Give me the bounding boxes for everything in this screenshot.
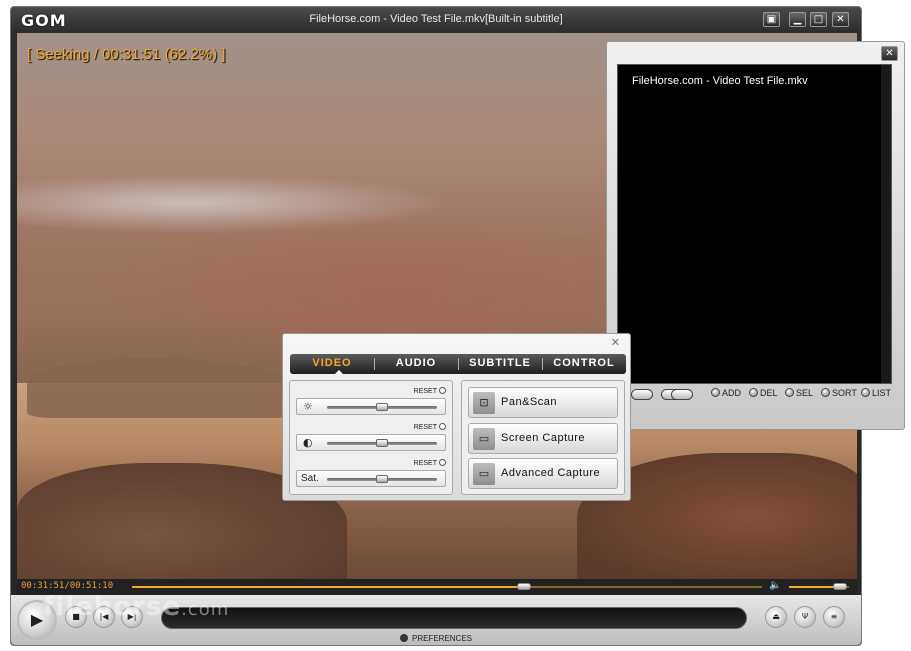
equalizer-button[interactable]: Ψ — [794, 606, 816, 628]
playlist-list[interactable]: FileHorse.com - Video Test File.mkv — [617, 64, 892, 384]
active-tab-caret-icon — [335, 370, 343, 374]
advanced-capture-label: Advanced Capture — [501, 467, 601, 479]
maximize-icon[interactable]: □ — [810, 12, 827, 27]
advanced-capture-button[interactable]: ▭ Advanced Capture — [468, 458, 618, 489]
watermark-main: filehorse — [43, 592, 182, 622]
reset-button[interactable]: RESET — [414, 387, 446, 395]
sort-icon — [821, 388, 830, 397]
reset-button[interactable]: RESET — [414, 423, 446, 431]
pan-scan-button[interactable]: ⊡ Pan&Scan — [468, 387, 618, 418]
seek-bar-thumb[interactable] — [516, 583, 531, 590]
delete-button[interactable]: DEL — [749, 388, 778, 398]
screen-icon[interactable]: ▣ — [763, 12, 780, 27]
list-icon — [861, 388, 870, 397]
equalizer-icon: Ψ — [801, 612, 809, 621]
seek-bar-fill — [132, 586, 524, 588]
reset-icon — [439, 459, 446, 466]
watermark-suffix: .com — [181, 599, 230, 620]
tab-control[interactable]: CONTROL — [542, 357, 626, 369]
volume-slider[interactable] — [789, 583, 849, 590]
desktop: GOM FileHorse.com - Video Test File.mkv[… — [0, 0, 911, 651]
contrast-row: RESET ◐ — [296, 423, 446, 457]
brightness-slider-slot: ☼ — [296, 398, 446, 415]
timecode: 00:31:51/00:51:10 — [21, 581, 114, 591]
delete-icon — [749, 388, 758, 397]
playlist-button[interactable]: ≡ — [823, 606, 845, 628]
reset-label: RESET — [413, 460, 437, 467]
seek-bar[interactable] — [132, 583, 762, 590]
list-label: LIST — [872, 388, 892, 398]
screen-capture-label: Screen Capture — [501, 432, 586, 444]
select-icon — [785, 388, 794, 397]
add-label: ADD — [722, 388, 742, 398]
reset-label: RESET — [413, 388, 437, 395]
tv-icon: ▭ — [473, 428, 495, 450]
control-panel: ✕ VIDEO AUDIO SUBTITLE CONTROL RESET ☼ R… — [282, 333, 631, 501]
pan-scan-label: Pan&Scan — [501, 396, 557, 408]
add-icon — [711, 388, 720, 397]
window-title: FileHorse.com - Video Test File.mkv[Buil… — [309, 13, 563, 25]
tab-subtitle[interactable]: SUBTITLE — [458, 357, 542, 369]
preferences-icon — [399, 634, 408, 642]
saturation-slider[interactable] — [327, 475, 437, 483]
video-adjust-group: RESET ☼ RESET ◐ RESET Sat. — [289, 380, 453, 495]
contrast-slider-slot: ◐ — [296, 434, 446, 451]
saturation-label: Sat. — [301, 473, 319, 484]
tv-icon: ▭ — [473, 463, 495, 485]
close-icon[interactable]: ✕ — [832, 12, 849, 27]
play-icon: ▶ — [30, 610, 44, 629]
brightness-slider[interactable] — [327, 403, 437, 411]
playlist-window: ✕ FileHorse.com - Video Test File.mkv AD… — [606, 41, 905, 430]
capture-group: ⊡ Pan&Scan ▭ Screen Capture ▭ Advanced C… — [461, 380, 625, 495]
tab-video[interactable]: VIDEO — [290, 357, 374, 369]
eject-icon: ⏏ — [772, 612, 780, 621]
saturation-row: RESET Sat. — [296, 459, 446, 493]
list-button[interactable]: LIST — [861, 388, 891, 398]
reset-icon — [439, 387, 446, 394]
pan-scan-icon: ⊡ — [473, 392, 495, 414]
close-icon[interactable]: ✕ — [881, 46, 898, 61]
contrast-icon: ◐ — [303, 436, 313, 449]
brightness-thumb[interactable] — [376, 403, 388, 411]
panel-tab-bar: VIDEO AUDIO SUBTITLE CONTROL — [290, 354, 626, 374]
more-icon[interactable] — [671, 389, 693, 400]
preferences-link[interactable]: PREFERENCES — [11, 634, 861, 643]
playlist-toolbar: ADD DEL SEL SORT LIST — [617, 387, 897, 403]
link-icon[interactable] — [631, 389, 653, 400]
reset-button[interactable]: RESET — [414, 459, 446, 467]
contrast-thumb[interactable] — [376, 439, 388, 447]
info-display-slot — [161, 607, 747, 629]
watermark-logo: filehorse.com — [43, 592, 229, 622]
seek-osd-text: [ Seeking / 00:31:51 (62.2%) ] — [27, 46, 226, 63]
reset-icon — [439, 423, 446, 430]
select-button[interactable]: SEL — [785, 388, 813, 398]
add-button[interactable]: ADD — [711, 388, 741, 398]
title-bar[interactable]: GOM FileHorse.com - Video Test File.mkv[… — [11, 7, 861, 33]
saturation-slider-slot: Sat. — [296, 470, 446, 487]
reset-label: RESET — [413, 424, 437, 431]
sort-label: SORT — [832, 388, 857, 398]
preferences-label: PREFERENCES — [411, 634, 472, 643]
tab-audio[interactable]: AUDIO — [374, 357, 458, 369]
contrast-slider[interactable] — [327, 439, 437, 447]
list-item[interactable]: FileHorse.com - Video Test File.mkv — [632, 75, 808, 87]
playlist-icon: ≡ — [830, 612, 838, 621]
volume-thumb[interactable] — [833, 583, 847, 590]
screen-capture-button[interactable]: ▭ Screen Capture — [468, 423, 618, 454]
minimize-icon[interactable]: ▁ — [789, 12, 806, 27]
close-icon[interactable]: ✕ — [611, 336, 620, 349]
select-label: SEL — [796, 388, 814, 398]
volume-icon[interactable]: 🔈 — [769, 580, 781, 591]
brightness-row: RESET ☼ — [296, 387, 446, 421]
eject-button[interactable]: ⏏ — [765, 606, 787, 628]
sort-button[interactable]: SORT — [821, 388, 857, 398]
playlist-scrollbar[interactable] — [881, 65, 891, 383]
saturation-thumb[interactable] — [376, 475, 388, 483]
brightness-icon: ☼ — [303, 400, 313, 413]
delete-label: DEL — [760, 388, 778, 398]
